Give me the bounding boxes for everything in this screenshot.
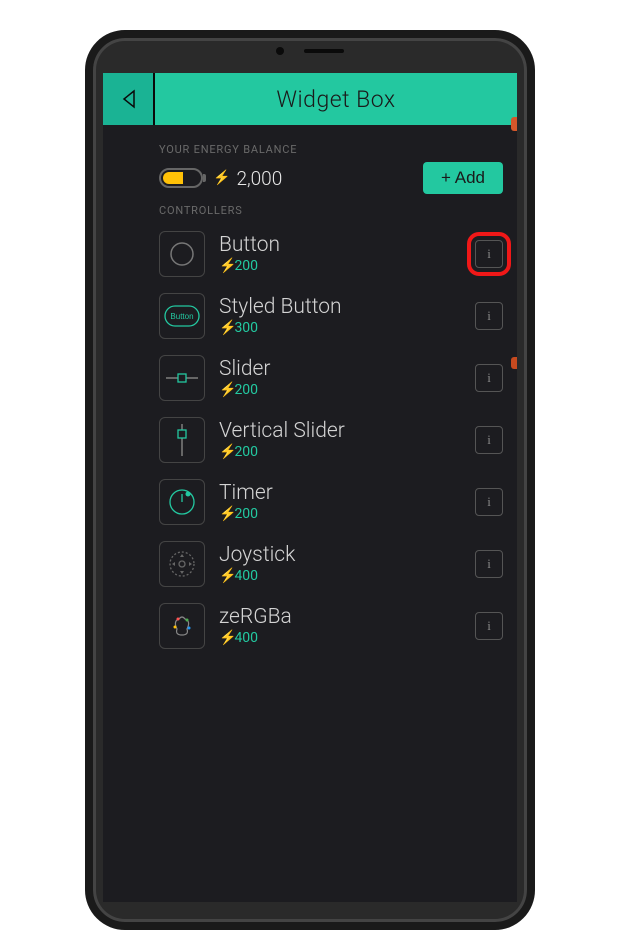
info-button[interactable]: i <box>475 240 503 268</box>
section-label-balance: YOUR ENERGY BALANCE <box>159 143 503 156</box>
page-title: Widget Box <box>155 73 517 125</box>
side-button <box>530 168 535 228</box>
timer-icon <box>159 479 205 525</box>
balance-row: ⚡ 2,000 + Add <box>159 162 503 194</box>
side-button <box>530 408 535 468</box>
phone-frame: Widget Box YOUR ENERGY BALANCE ⚡ 2,000 +… <box>85 30 535 930</box>
widget-row[interactable]: Vertical Slider⚡200 i <box>159 409 503 471</box>
phone-notch <box>265 46 355 56</box>
widget-row[interactable]: Button Styled Button⚡300 i <box>159 285 503 347</box>
widget-name: Timer <box>219 482 461 505</box>
svg-text:Button: Button <box>170 312 193 321</box>
widget-cost: ⚡200 <box>219 444 461 460</box>
widget-meta: zeRGBa⚡400 <box>219 606 461 645</box>
widget-cost-value: 200 <box>234 382 258 398</box>
widget-cost: ⚡200 <box>219 506 461 522</box>
widget-cost: ⚡400 <box>219 630 461 646</box>
widget-cost: ⚡200 <box>219 258 461 274</box>
battery-fill <box>163 172 183 184</box>
widget-cost-value: 200 <box>234 506 258 522</box>
front-camera <box>276 47 284 55</box>
widget-row[interactable]: Joystick⚡400 i <box>159 533 503 595</box>
widget-row[interactable]: Slider⚡200 i <box>159 347 503 409</box>
battery-icon <box>159 168 203 188</box>
widget-name: Slider <box>219 358 461 381</box>
widget-cost: ⚡200 <box>219 382 461 398</box>
widget-row[interactable]: zeRGBa⚡400 i <box>159 595 503 657</box>
side-button <box>530 238 535 278</box>
section-label-controllers: CONTROLLERS <box>159 204 503 217</box>
add-energy-button[interactable]: + Add <box>423 162 503 194</box>
accent-notch <box>511 117 517 131</box>
widget-cost: ⚡300 <box>219 320 461 336</box>
info-button[interactable]: i <box>475 302 503 330</box>
info-button[interactable]: i <box>475 550 503 578</box>
widget-meta: Vertical Slider⚡200 <box>219 420 461 459</box>
widget-cost-value: 400 <box>234 630 258 646</box>
widget-meta: Joystick⚡400 <box>219 544 461 583</box>
info-button[interactable]: i <box>475 426 503 454</box>
v-slider-icon <box>159 417 205 463</box>
widget-cost-value: 400 <box>234 568 258 584</box>
h-slider-icon <box>159 355 205 401</box>
widget-name: zeRGBa <box>219 606 461 629</box>
balance-amount: 2,000 <box>236 167 282 190</box>
widget-name: Joystick <box>219 544 461 567</box>
widget-cost-value: 200 <box>234 258 258 274</box>
info-button[interactable]: i <box>475 364 503 392</box>
content: YOUR ENERGY BALANCE ⚡ 2,000 + Add CONTRO… <box>103 125 517 657</box>
widget-name: Button <box>219 234 461 257</box>
circle-icon <box>159 231 205 277</box>
widget-list: Button⚡200iButtonStyled Button⚡300iSlide… <box>159 223 503 657</box>
bolt-icon: ⚡ <box>213 170 230 186</box>
back-icon <box>118 87 138 111</box>
screen: Widget Box YOUR ENERGY BALANCE ⚡ 2,000 +… <box>103 73 517 902</box>
widget-meta: Timer⚡200 <box>219 482 461 521</box>
zergba-icon <box>159 603 205 649</box>
header: Widget Box <box>103 73 517 125</box>
widget-meta: Styled Button⚡300 <box>219 296 461 335</box>
widget-meta: Slider⚡200 <box>219 358 461 397</box>
widget-name: Vertical Slider <box>219 420 461 443</box>
info-button[interactable]: i <box>475 612 503 640</box>
speaker <box>304 49 344 53</box>
joystick-icon <box>159 541 205 587</box>
widget-cost: ⚡400 <box>219 568 461 584</box>
info-button[interactable]: i <box>475 488 503 516</box>
widget-name: Styled Button <box>219 296 461 319</box>
widget-cost-value: 200 <box>234 444 258 460</box>
widget-row[interactable]: Timer⚡200 i <box>159 471 503 533</box>
accent-notch <box>511 357 517 369</box>
widget-meta: Button⚡200 <box>219 234 461 273</box>
back-button[interactable] <box>103 73 155 125</box>
widget-row[interactable]: Button⚡200 i <box>159 223 503 285</box>
styled-icon: Button <box>159 293 205 339</box>
widget-cost-value: 300 <box>234 320 258 336</box>
